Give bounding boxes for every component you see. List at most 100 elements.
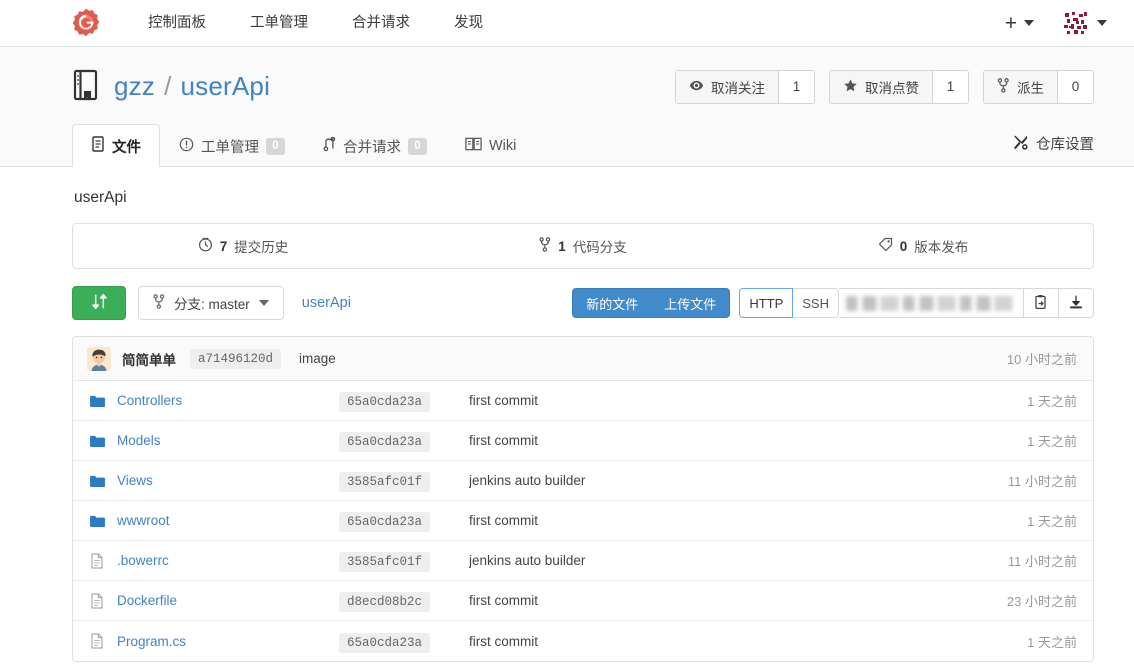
tag-icon (878, 237, 893, 255)
file-name-link[interactable]: Dockerfile (117, 593, 339, 608)
page-title: userApi (74, 189, 127, 206)
protocol-ssh-button[interactable]: SSH (793, 288, 839, 318)
eye-icon (689, 78, 704, 96)
compare-button[interactable] (72, 286, 126, 320)
fork-count[interactable]: 0 (1057, 70, 1093, 103)
stat-commits-count: 7 (219, 238, 228, 254)
tab-code-label: 文件 (112, 139, 141, 156)
repo-name-link[interactable]: userApi (181, 71, 271, 102)
tab-code[interactable]: 文件 (72, 124, 160, 167)
file-name-link[interactable]: Controllers (117, 393, 339, 408)
table-row[interactable]: .bowerrc 3585afc01f jenkins auto builder… (73, 541, 1093, 581)
star-count[interactable]: 1 (932, 70, 968, 103)
star-button[interactable]: 取消点赞 (830, 70, 932, 103)
file-commit-sha[interactable]: d8ecd08b2c (339, 592, 431, 612)
file-name-link[interactable]: Program.cs (117, 634, 339, 649)
issue-icon (179, 137, 194, 156)
stat-commits-label: 提交历史 (234, 240, 289, 255)
file-name-link[interactable]: wwwroot (117, 513, 339, 528)
fork-button[interactable]: 派生 (984, 70, 1057, 103)
branch-icon (153, 294, 165, 312)
stat-releases-count: 0 (899, 238, 908, 254)
file-commit-message: first commit (469, 393, 538, 408)
nav-explore[interactable]: 发现 (432, 0, 505, 46)
book-icon (465, 137, 482, 155)
clipboard-copy-icon (1033, 294, 1049, 313)
tab-wiki[interactable]: Wiki (446, 124, 535, 167)
gitea-gear-logo-icon[interactable] (70, 7, 102, 39)
navbar-right-group: + (1002, 9, 1110, 37)
file-name-link[interactable]: .bowerrc (117, 553, 339, 568)
table-row[interactable]: Program.cs 65a0cda23a first commit 1 天之前 (73, 621, 1093, 661)
commit-time: 10 小时之前 (1006, 352, 1077, 367)
file-commit-sha[interactable]: 3585afc01f (339, 472, 431, 492)
table-row[interactable]: wwwroot 65a0cda23a first commit 1 天之前 (73, 501, 1093, 541)
file-icon (91, 136, 105, 156)
table-row[interactable]: Models 65a0cda23a first commit 1 天之前 (73, 421, 1093, 461)
file-action-buttons: 新的文件 上传文件 (572, 288, 731, 318)
upload-file-button[interactable]: 上传文件 (651, 289, 729, 317)
user-menu[interactable] (1041, 9, 1110, 37)
file-commit-message: first commit (469, 433, 538, 448)
tab-pulls[interactable]: 合并请求 0 (304, 124, 446, 167)
nav-pulls[interactable]: 合并请求 (330, 0, 432, 46)
nav-issues[interactable]: 工单管理 (228, 0, 330, 46)
stat-releases[interactable]: 0 版本发布 (753, 224, 1093, 268)
repo-tabs: 文件 工单管理 0 合并请求 0 Wiki 仓库设置 (0, 122, 1134, 167)
commit-author-name[interactable]: 简简单单 (122, 349, 176, 369)
repo-owner-link[interactable]: gzz (114, 71, 155, 102)
star-button-group: 取消点赞 1 (829, 69, 969, 104)
clone-url-input[interactable] (839, 288, 1024, 318)
fork-button-group: 派生 0 (983, 69, 1094, 104)
table-row[interactable]: Controllers 65a0cda23a first commit 1 天之… (73, 381, 1093, 421)
stat-branches-label: 代码分支 (572, 240, 627, 255)
file-commit-sha[interactable]: 65a0cda23a (339, 512, 431, 532)
avatar (1062, 9, 1090, 37)
repo-settings-label: 仓库设置 (1036, 137, 1094, 153)
clone-protocol-toggle: HTTP SSH (739, 288, 839, 318)
chevron-down-icon (1024, 20, 1034, 26)
repo-settings-link[interactable]: 仓库设置 (1012, 133, 1094, 166)
file-sha-cell: 65a0cda23a (339, 392, 453, 412)
stat-commits[interactable]: 7 提交历史 (73, 224, 413, 268)
watch-count[interactable]: 1 (778, 70, 814, 103)
file-commit-message: first commit (469, 593, 538, 608)
file-commit-sha[interactable]: 65a0cda23a (339, 392, 431, 412)
download-repo-button[interactable] (1059, 288, 1094, 318)
watch-label: 取消关注 (711, 80, 765, 96)
file-listing-table: 简简单单 a71496120d image 10 小时之前 Controller… (72, 336, 1094, 662)
new-file-button[interactable]: 新的文件 (573, 289, 651, 317)
download-icon (1068, 294, 1084, 313)
star-icon (843, 78, 858, 96)
chevron-down-icon (1097, 20, 1107, 26)
table-row[interactable]: Views 3585afc01f jenkins auto builder 11… (73, 461, 1093, 501)
tab-issues-label: 工单管理 (201, 139, 259, 156)
file-name-link[interactable]: Views (117, 473, 339, 488)
commit-message: image (299, 351, 336, 366)
copy-clone-url-button[interactable] (1024, 288, 1059, 318)
file-commit-time: 11 小时之前 (1007, 474, 1077, 489)
pull-request-icon (323, 136, 336, 156)
tab-issues-badge: 0 (266, 137, 285, 155)
create-new-menu[interactable]: + (1002, 13, 1037, 34)
commit-sha[interactable]: a71496120d (190, 348, 282, 369)
avatar (87, 346, 111, 371)
file-name-link[interactable]: Models (117, 433, 339, 448)
file-sha-cell: 3585afc01f (339, 552, 453, 572)
branch-selector[interactable]: 分支: master (138, 286, 284, 320)
path-breadcrumb-root[interactable]: userApi (296, 295, 351, 311)
file-icon (87, 633, 107, 649)
clone-toolbar: 新的文件 上传文件 HTTP SSH (572, 288, 1094, 318)
stat-branches[interactable]: 1 代码分支 (413, 224, 753, 268)
file-commit-sha[interactable]: 65a0cda23a (339, 432, 431, 452)
watch-button[interactable]: 取消关注 (676, 70, 778, 103)
stat-releases-label: 版本发布 (914, 240, 969, 255)
file-commit-sha[interactable]: 3585afc01f (339, 552, 431, 572)
nav-dashboard[interactable]: 控制面板 (126, 0, 228, 46)
table-row[interactable]: Dockerfile d8ecd08b2c first commit 23 小时… (73, 581, 1093, 621)
star-label: 取消点赞 (865, 80, 919, 96)
tab-issues[interactable]: 工单管理 0 (160, 124, 304, 167)
file-commit-sha[interactable]: 65a0cda23a (339, 632, 431, 653)
protocol-http-button[interactable]: HTTP (739, 288, 794, 318)
breadcrumb-separator: / (164, 71, 172, 101)
